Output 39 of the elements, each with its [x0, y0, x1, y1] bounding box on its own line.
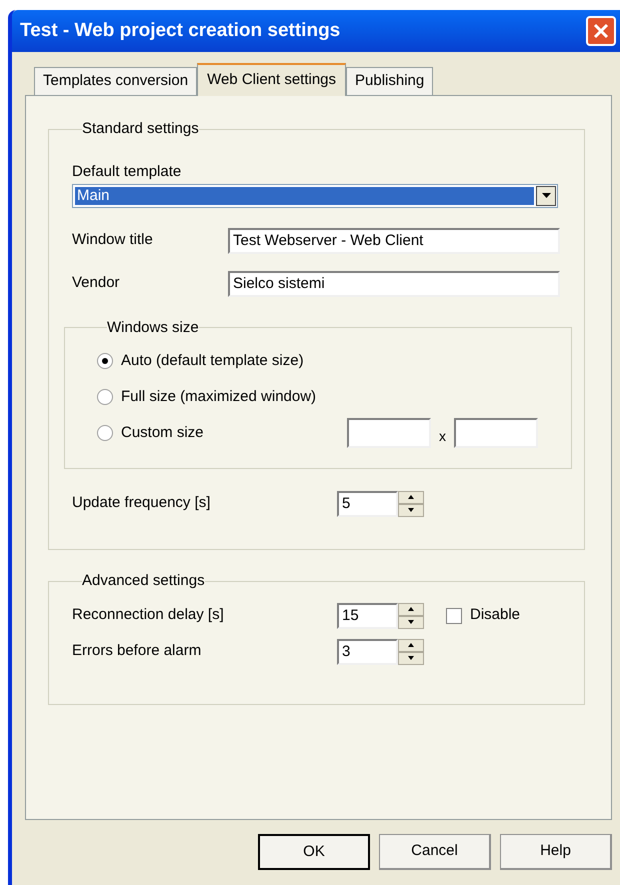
height-field[interactable] [454, 418, 538, 448]
tab[interactable]: Templates conversion [34, 67, 198, 95]
dialog-button[interactable]: Cancel [379, 834, 491, 870]
group-title: Windows size [107, 318, 199, 338]
field-label: Update frequency [s] [72, 493, 212, 514]
field-label: Window title [72, 230, 154, 250]
number-field[interactable]: 15 [337, 602, 398, 628]
dialog-button[interactable]: OK [258, 834, 370, 870]
radio-button[interactable] [97, 425, 113, 441]
radio-option[interactable]: Custom size [97, 422, 204, 444]
radio-option[interactable]: Full size (maximized window) [97, 386, 316, 408]
group-title: Standard settings [82, 119, 199, 139]
dialog-button[interactable]: Help [500, 834, 612, 870]
text-field[interactable]: Sielco sistemi [228, 270, 560, 296]
spin-buttons[interactable] [398, 490, 424, 516]
field-label: Default template [72, 162, 182, 180]
group-title: Advanced settings [82, 571, 205, 591]
number-field[interactable]: 3 [337, 638, 398, 664]
number-field[interactable]: 5 [337, 490, 398, 516]
radio-button[interactable] [97, 389, 113, 405]
field-label: Errors before alarm [72, 641, 202, 662]
width-field[interactable] [347, 418, 431, 448]
checkbox-option[interactable]: Disable [446, 604, 520, 627]
size-separator: x [439, 426, 446, 446]
radio-option[interactable]: Auto (default template size) [97, 350, 304, 372]
tab[interactable]: Publishing [346, 67, 434, 95]
tab[interactable]: Web Client settings [197, 63, 346, 96]
text-field[interactable]: Test Webserver - Web Client [228, 228, 560, 254]
close-icon [593, 23, 609, 39]
spin-buttons[interactable] [398, 602, 424, 628]
close-button[interactable] [586, 16, 616, 46]
field-label: Vendor [72, 273, 121, 294]
dropdown[interactable]: Main [72, 184, 558, 208]
spin-buttons[interactable] [398, 638, 424, 664]
window-title: Test - Web project creation settings [20, 18, 340, 43]
checkbox[interactable] [446, 608, 462, 624]
radio-button[interactable] [97, 353, 113, 369]
field-label: Reconnection delay [s] [72, 605, 225, 626]
dropdown-value: Main [75, 186, 534, 204]
